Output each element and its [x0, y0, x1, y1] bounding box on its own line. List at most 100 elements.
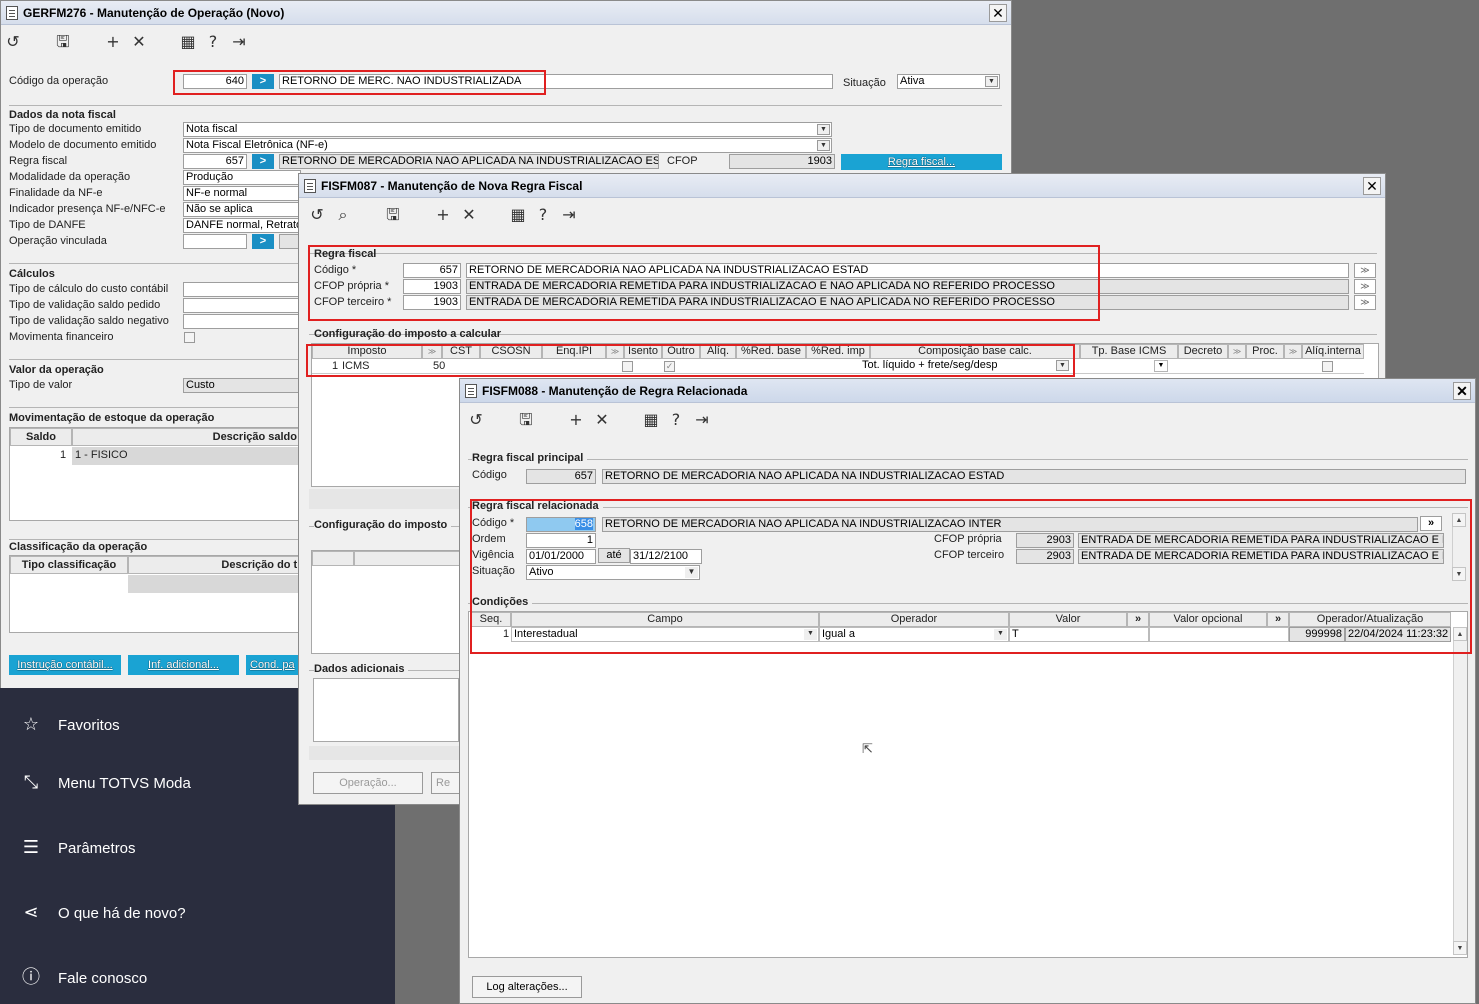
- expand-icon[interactable]: »: [1267, 612, 1289, 627]
- change-log-button[interactable]: Log alterações...: [472, 976, 582, 998]
- operator-select[interactable]: Igual a ▼: [819, 627, 1009, 642]
- code-lookup-button[interactable]: ≫: [1354, 263, 1376, 278]
- accounting-instruction-button[interactable]: Instrução contábil...: [9, 655, 121, 675]
- financial-checkbox[interactable]: [184, 332, 195, 343]
- undo-icon[interactable]: ↺: [307, 205, 327, 225]
- save-icon[interactable]: 🖫: [53, 32, 73, 52]
- chevron-down-icon[interactable]: ▼: [1154, 360, 1168, 372]
- doc-type-select[interactable]: Nota fiscal ▼: [183, 122, 832, 137]
- linked-operation-field[interactable]: [183, 234, 247, 249]
- cancel-icon[interactable]: ✕: [459, 205, 479, 225]
- order-field[interactable]: 1: [526, 533, 596, 548]
- cost-calc-field[interactable]: [183, 282, 301, 297]
- grid-header-type-desc[interactable]: Descrição do tip: [128, 556, 310, 574]
- close-button[interactable]: ✕: [1363, 177, 1381, 195]
- grid-header-imposto[interactable]: Imposto: [312, 344, 422, 359]
- grid-header-campo[interactable]: Campo: [511, 612, 819, 627]
- composition-select[interactable]: Tot. líquido + frete/seg/desp ▼: [860, 359, 1070, 373]
- table-row[interactable]: 1 - FISICO: [72, 447, 310, 465]
- grid-header-outro[interactable]: Outro: [662, 344, 700, 359]
- cfop-own-field[interactable]: 1903: [403, 279, 461, 294]
- calendar-icon[interactable]: ▦: [178, 32, 198, 52]
- grid-header-desc[interactable]: Descrição saldo: [72, 428, 310, 446]
- cfop-third-lookup-button[interactable]: ≫: [1354, 295, 1376, 310]
- extra-data-textarea[interactable]: [313, 678, 459, 742]
- related-scrollbar[interactable]: ▲ ▼: [1452, 513, 1466, 581]
- optional-value-field[interactable]: [1149, 627, 1289, 642]
- danfe-type-field[interactable]: DANFE normal, Retrato: [183, 218, 301, 233]
- grid-header[interactable]: [312, 551, 354, 566]
- operation-lookup-button[interactable]: >: [252, 74, 274, 89]
- related-code-field[interactable]: 658: [526, 517, 596, 532]
- linked-operation-lookup-button[interactable]: >: [252, 234, 274, 249]
- status-select[interactable]: Ativo ▼: [526, 565, 700, 580]
- grid-header-operador-atualizacao[interactable]: Operador/Atualização: [1289, 612, 1451, 627]
- table-row[interactable]: 1 Interestadual ▼ Igual a ▼ T 999998 22/04…: [471, 627, 1451, 643]
- grid-header-aliq-interna[interactable]: Alíq.interna: [1302, 344, 1364, 359]
- exit-icon[interactable]: ⇥: [229, 32, 249, 52]
- sidebar-item-menu-totvs[interactable]: ⤡ Menu TOTVS Moda: [18, 768, 191, 798]
- payment-conditions-button[interactable]: Cond. pa: [246, 655, 306, 675]
- filter-icon[interactable]: ≫: [1228, 344, 1246, 359]
- re-button[interactable]: Re: [431, 772, 461, 794]
- add-icon[interactable]: +: [103, 32, 123, 52]
- fiscal-rule-button[interactable]: Regra fiscal...: [841, 154, 1002, 170]
- grid-header-tp-base[interactable]: Tp. Base ICMS: [1080, 344, 1178, 359]
- order-validation-field[interactable]: [183, 298, 301, 313]
- grid-header-cst[interactable]: CST: [442, 344, 480, 359]
- fiscal-rule-field[interactable]: 657: [183, 154, 247, 169]
- grid-header[interactable]: [354, 551, 462, 566]
- cancel-icon[interactable]: ✕: [592, 410, 612, 430]
- scroll-up-icon[interactable]: ▲: [1453, 627, 1467, 641]
- search-icon[interactable]: ⌕: [333, 205, 353, 225]
- grid-cell-saldo[interactable]: 1: [60, 449, 66, 461]
- doc-model-select[interactable]: Nota Fiscal Eletrônica (NF-e) ▼: [183, 138, 832, 153]
- add-icon[interactable]: +: [566, 410, 586, 430]
- conditions-scrollbar[interactable]: ▲ ▼: [1453, 627, 1467, 955]
- operation-desc-field[interactable]: RETORNO DE MERC. NAO INDUSTRIALIZADA: [279, 74, 833, 89]
- filter-icon[interactable]: ≫: [1284, 344, 1302, 359]
- internal-rate-checkbox[interactable]: [1322, 361, 1333, 372]
- filter-icon[interactable]: ≫: [422, 344, 442, 359]
- validity-from-field[interactable]: 01/01/2000: [526, 549, 596, 564]
- scroll-up-icon[interactable]: ▲: [1452, 513, 1466, 527]
- sidebar-item-favoritos[interactable]: ☆ Favoritos: [18, 710, 120, 740]
- grid-header-seq[interactable]: Seq.: [471, 612, 511, 627]
- related-code-lookup-button[interactable]: »: [1420, 516, 1442, 531]
- purpose-field[interactable]: NF-e normal: [183, 186, 301, 201]
- presence-indicator-field[interactable]: Não se aplica: [183, 202, 301, 217]
- exit-icon[interactable]: ⇥: [559, 205, 579, 225]
- cancel-icon[interactable]: ✕: [129, 32, 149, 52]
- grid-header-operador[interactable]: Operador: [819, 612, 1009, 627]
- additional-info-button[interactable]: Inf. adicional...: [128, 655, 239, 675]
- code-field[interactable]: 657: [403, 263, 461, 278]
- isento-checkbox[interactable]: [622, 361, 633, 372]
- value-type-field[interactable]: Custo: [183, 378, 301, 393]
- fiscal-rule-lookup-button[interactable]: >: [252, 154, 274, 169]
- outro-checkbox[interactable]: ✓: [664, 361, 675, 372]
- validity-to-field[interactable]: 31/12/2100: [630, 549, 702, 564]
- cfop-third-field[interactable]: 1903: [403, 295, 461, 310]
- negative-validation-field[interactable]: [183, 314, 301, 329]
- grid-header-enq-ipi[interactable]: Enq.IPI: [542, 344, 606, 359]
- situation-select[interactable]: Ativa ▼: [897, 74, 1000, 89]
- modality-field[interactable]: Produção: [183, 170, 301, 185]
- scroll-down-icon[interactable]: ▼: [1452, 567, 1466, 581]
- grid-header-valor-opcional[interactable]: Valor opcional: [1149, 612, 1267, 627]
- exit-icon[interactable]: ⇥: [692, 410, 712, 430]
- grid-header-proc[interactable]: Proc.: [1246, 344, 1284, 359]
- calendar-icon[interactable]: ▦: [641, 410, 661, 430]
- cfop-own-lookup-button[interactable]: ≫: [1354, 279, 1376, 294]
- undo-icon[interactable]: ↺: [3, 32, 23, 52]
- grid-header-saldo[interactable]: Saldo: [10, 428, 72, 446]
- value-field[interactable]: T: [1009, 627, 1149, 642]
- add-icon[interactable]: +: [433, 205, 453, 225]
- row-imposto[interactable]: ICMS: [342, 360, 370, 372]
- close-button[interactable]: ✕: [989, 4, 1007, 22]
- operation-code-field[interactable]: 640: [183, 74, 247, 89]
- help-icon[interactable]: ?: [533, 205, 553, 225]
- grid-header-type[interactable]: Tipo classificação: [10, 556, 128, 574]
- grid-header-red-base[interactable]: %Red. base: [736, 344, 806, 359]
- save-icon[interactable]: 🖫: [516, 410, 536, 430]
- field-select[interactable]: Interestadual ▼: [511, 627, 819, 642]
